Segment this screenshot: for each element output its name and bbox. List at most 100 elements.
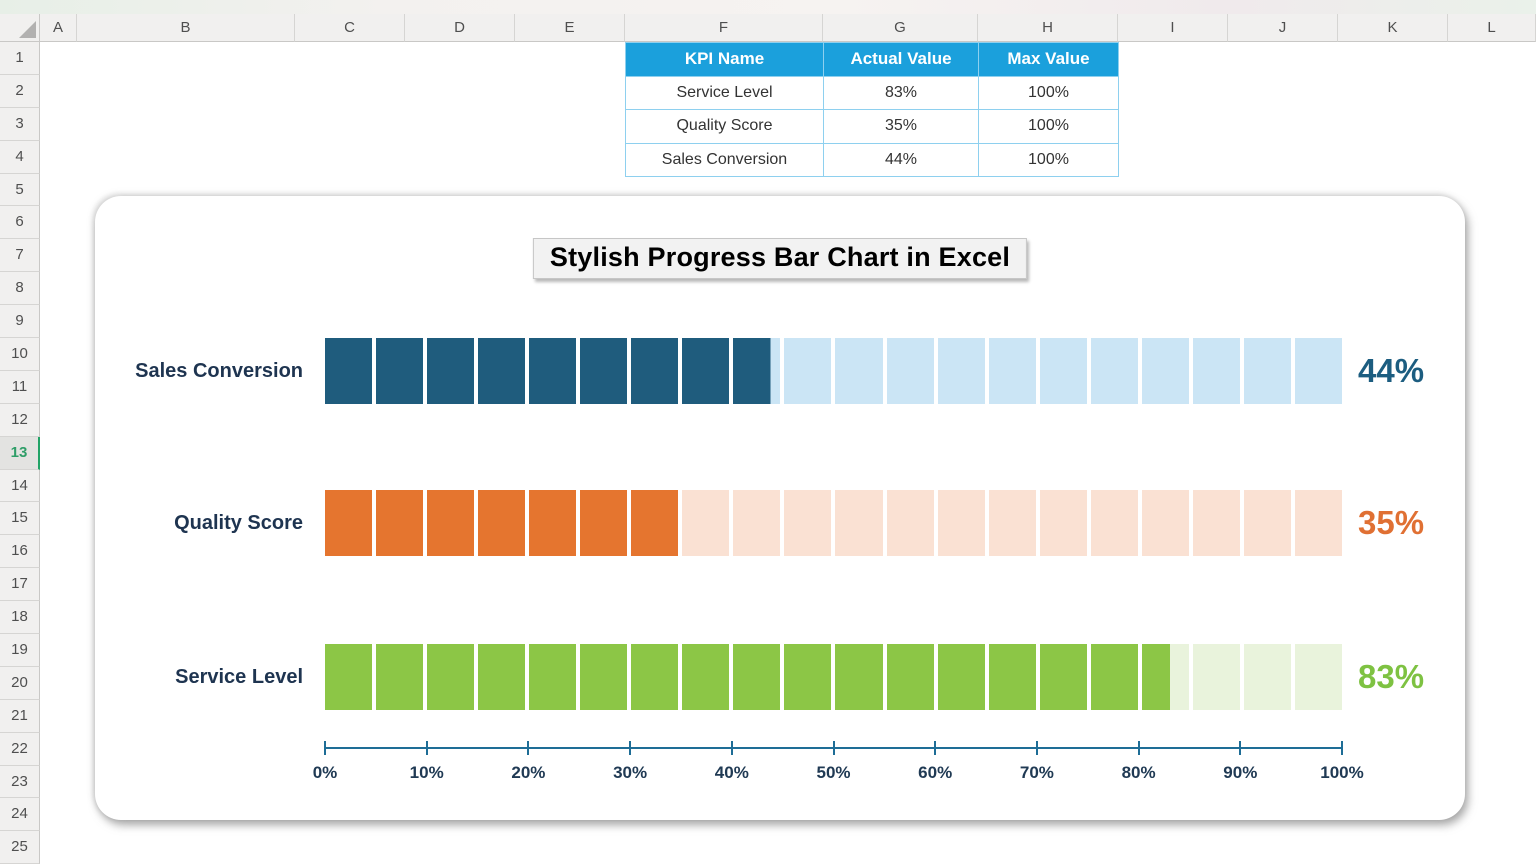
row-header-15[interactable]: 15 — [0, 502, 40, 536]
kpi-table-header[interactable]: KPI Name — [625, 42, 824, 77]
column-header-A[interactable]: A — [40, 14, 77, 42]
column-header-G[interactable]: G — [823, 14, 978, 42]
bar-segment-empty — [784, 338, 832, 404]
bar-segment-empty — [1243, 338, 1291, 404]
bar-segment-empty — [1192, 338, 1240, 404]
row-header-23[interactable]: 23 — [0, 765, 40, 799]
bar-segment-empty — [937, 490, 985, 556]
bar-segment-filled — [631, 338, 679, 404]
column-header-H[interactable]: H — [978, 14, 1118, 42]
bar-segment-filled — [1090, 644, 1138, 710]
row-header-4[interactable]: 4 — [0, 140, 40, 174]
row-header-6[interactable]: 6 — [0, 206, 40, 240]
column-header-I[interactable]: I — [1118, 14, 1228, 42]
kpi-table-row: Sales Conversion 44% 100% — [625, 142, 1119, 177]
row-header-16[interactable]: 16 — [0, 535, 40, 569]
kpi-table-row: Service Level 83% 100% — [625, 75, 1119, 110]
row-header-1[interactable]: 1 — [0, 42, 40, 75]
bar-segment-filled — [325, 490, 373, 556]
row-header-11[interactable]: 11 — [0, 370, 40, 404]
axis-tick-label: 40% — [714, 763, 749, 782]
bar-segment-empty — [886, 490, 934, 556]
column-header-D[interactable]: D — [405, 14, 515, 42]
row-header-17[interactable]: 17 — [0, 568, 40, 602]
bar-track — [325, 338, 1342, 404]
category-label: Service Level — [175, 665, 303, 688]
bar-segment-empty — [784, 490, 832, 556]
select-all-icon — [19, 21, 36, 38]
row-header-2[interactable]: 2 — [0, 74, 40, 108]
row-header-22[interactable]: 22 — [0, 732, 40, 766]
bar-segment-filled — [427, 644, 475, 710]
row-header-14[interactable]: 14 — [0, 469, 40, 503]
row-header-12[interactable]: 12 — [0, 403, 40, 437]
bar-segment-filled — [529, 490, 577, 556]
kpi-table-cell[interactable]: 100% — [978, 109, 1119, 144]
column-header-C[interactable]: C — [295, 14, 405, 42]
chart-title: Stylish Progress Bar Chart in Excel — [549, 242, 1011, 272]
value-label: 44% — [1358, 352, 1425, 389]
kpi-table-cell[interactable]: Quality Score — [625, 109, 824, 144]
axis-tick — [832, 741, 835, 755]
bar-segment-empty — [1243, 644, 1291, 710]
row-header-21[interactable]: 21 — [0, 699, 40, 733]
row-header-25[interactable]: 25 — [0, 831, 40, 864]
bar-segment-filled — [784, 644, 832, 710]
kpi-table-cell[interactable]: 100% — [978, 75, 1119, 110]
column-header-L[interactable]: L — [1448, 14, 1536, 42]
row-header-9[interactable]: 9 — [0, 305, 40, 339]
column-header-B[interactable]: B — [77, 14, 295, 42]
kpi-table-cell[interactable]: 83% — [823, 75, 979, 110]
row-header-13[interactable]: 13 — [0, 436, 40, 470]
bar-segment-empty — [937, 338, 985, 404]
row-header-5[interactable]: 5 — [0, 173, 40, 207]
axis-tick-label: 70% — [1019, 763, 1054, 782]
row-headers: 1 2 3 4 5 6 7 8 9 10 11 12 13 14 15 16 17 18 19 20 21 22 23 24 2… — [0, 42, 40, 864]
bar-segment-empty — [886, 338, 934, 404]
bar-segment-filled — [835, 644, 883, 710]
bar-segment-filled — [376, 490, 424, 556]
axis-tick-label: 60% — [918, 763, 953, 782]
axis-tick — [1137, 741, 1140, 755]
row-header-10[interactable]: 10 — [0, 338, 40, 371]
bar-segment-filled — [376, 644, 424, 710]
kpi-table-cell[interactable]: 35% — [823, 109, 979, 144]
bar-segment-filled — [580, 338, 628, 404]
bar-segment-empty — [1090, 490, 1138, 556]
bar-segment-empty — [1039, 338, 1087, 404]
row-header-20[interactable]: 20 — [0, 666, 40, 700]
row-header-19[interactable]: 19 — [0, 634, 40, 667]
kpi-table-header[interactable]: Max Value — [978, 42, 1119, 77]
axis-tick-label: 50% — [816, 763, 851, 782]
row-header-24[interactable]: 24 — [0, 798, 40, 832]
bar-segment-filled — [1039, 644, 1087, 710]
bar-segment-filled — [478, 644, 526, 710]
row-header-7[interactable]: 7 — [0, 239, 40, 273]
kpi-table-cell[interactable]: 100% — [978, 142, 1119, 177]
bar-segment-filled — [376, 338, 424, 404]
x-axis: 0% 10% 20% 30% 40% 50% 60% 70% 80% 90% 100% — [313, 741, 1364, 791]
axis-tick-label: 20% — [511, 763, 546, 782]
kpi-table-cell[interactable]: 44% — [823, 142, 979, 177]
category-label: Sales Conversion — [135, 359, 303, 382]
kpi-table-header[interactable]: Actual Value — [823, 42, 979, 77]
bar-segment-filled — [733, 644, 781, 710]
axis-tick — [324, 741, 326, 755]
column-header-J[interactable]: J — [1228, 14, 1338, 42]
column-header-F[interactable]: F — [625, 14, 823, 42]
row-header-18[interactable]: 18 — [0, 601, 40, 635]
value-label: 35% — [1358, 504, 1425, 541]
kpi-table-cell[interactable]: Sales Conversion — [625, 142, 824, 177]
kpi-table-cell[interactable]: Service Level — [625, 75, 824, 110]
select-all-button[interactable] — [0, 14, 40, 42]
bar-track — [325, 644, 1342, 710]
row-header-8[interactable]: 8 — [0, 272, 40, 306]
bar-segment-empty — [1294, 644, 1342, 710]
progress-bar-chart[interactable]: Stylish Progress Bar Chart in Excel Sale… — [95, 196, 1465, 820]
axis-tick-label: 80% — [1121, 763, 1156, 782]
column-header-E[interactable]: E — [515, 14, 625, 42]
axis-tick-label: 0% — [312, 763, 338, 782]
column-header-K[interactable]: K — [1338, 14, 1448, 42]
row-header-3[interactable]: 3 — [0, 107, 40, 141]
axis-tick — [425, 741, 428, 755]
